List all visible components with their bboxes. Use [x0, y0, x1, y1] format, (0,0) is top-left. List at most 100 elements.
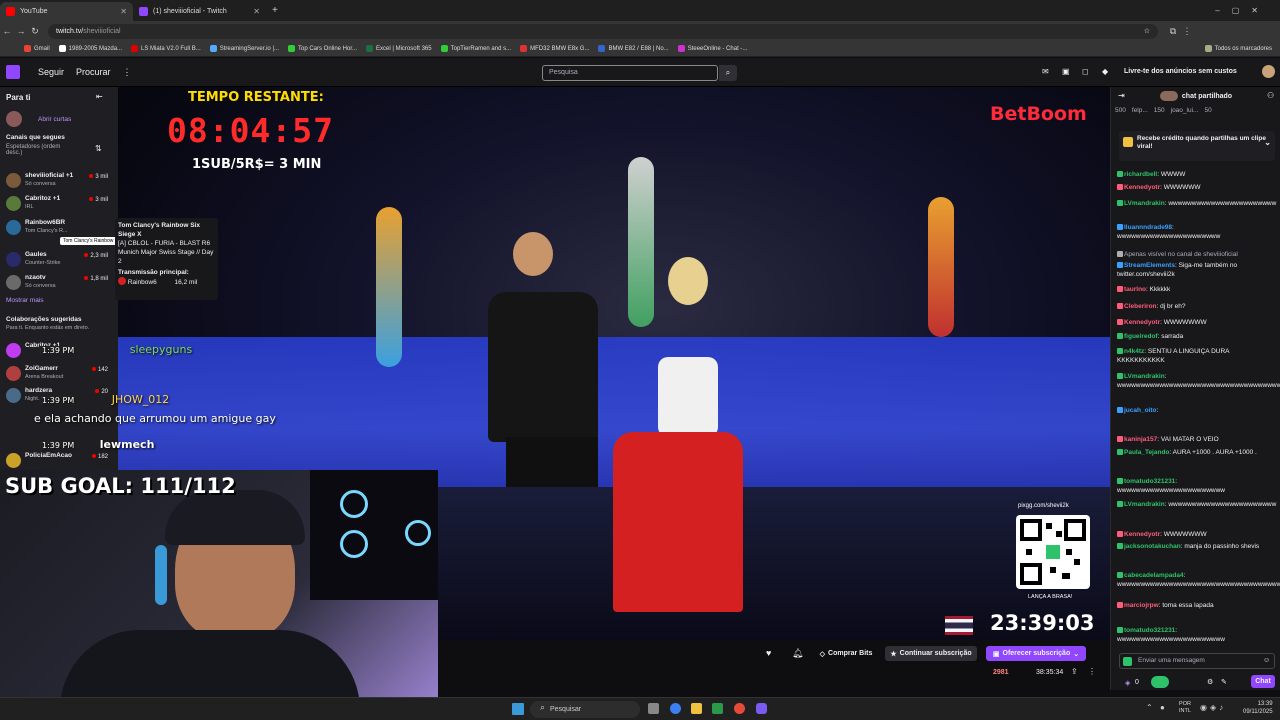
windows-start-icon[interactable] [512, 703, 524, 715]
sidebar-channel[interactable]: PoliciaEmAcao 182 [0, 451, 118, 470]
bookmark[interactable]: Excel | Microsoft 365 [366, 45, 432, 52]
chat-username[interactable]: Kennedyotr [1124, 319, 1160, 326]
chat-username[interactable]: LVmandrakin [1124, 200, 1165, 207]
search-input[interactable]: Pesquisa [542, 65, 718, 81]
url-field[interactable]: twitch.tv/sheviiioficial ☆ [48, 23, 1158, 39]
chat-username[interactable]: taurlno [1124, 286, 1146, 293]
chat-username[interactable]: tomatudo321231 [1124, 627, 1175, 634]
points-bonus-icon[interactable] [1151, 676, 1169, 688]
emote-icon[interactable]: ☺ [1263, 657, 1270, 664]
back-icon[interactable]: ← [0, 26, 14, 36]
menu-icon[interactable]: ⋮ [1180, 26, 1194, 37]
continue-sub-button[interactable]: ★ Continuar subscrição [885, 646, 977, 661]
chat-username[interactable]: marciojrpw [1124, 602, 1159, 609]
close-icon[interactable]: ✕ [120, 7, 127, 16]
bookmark[interactable]: TopTierRamen and s... [440, 45, 511, 52]
bookmark[interactable]: MFD32 BMW E8x G... [520, 45, 589, 52]
share-icon[interactable]: ⇪ [1071, 667, 1078, 676]
reload-icon[interactable]: ↻ [28, 26, 42, 37]
close-icon[interactable]: ✕ [253, 7, 260, 16]
bell-icon[interactable]: 🔔︎ [792, 648, 803, 659]
twitch-logo-icon[interactable] [6, 65, 20, 79]
show-more-link[interactable]: Mostrar mais [6, 297, 44, 304]
users-icon[interactable]: ⚇ [1267, 91, 1274, 100]
bookmark[interactable]: LS Miata V2.0 Full B... [131, 45, 201, 52]
forward-icon[interactable]: → [14, 26, 28, 36]
bookmark[interactable]: BMW E82 / E88 | No... [598, 45, 669, 52]
chat-username[interactable]: tomatudo321231 [1124, 478, 1175, 485]
chat-username[interactable]: kaninja157 [1124, 436, 1157, 443]
chat-username[interactable]: lluannndrade98 [1124, 224, 1172, 231]
viral-clip-banner[interactable]: Recebe crédito quando partilhas um clipe… [1119, 131, 1275, 161]
chat-username[interactable]: Cleberiron [1124, 303, 1157, 310]
star-icon[interactable]: ☆ [1144, 27, 1150, 35]
chat-username[interactable]: Paula_Tejando [1124, 449, 1169, 456]
chat-username[interactable]: LVmandrakin [1124, 501, 1165, 508]
get-bits-button[interactable]: ◇ Comprar Bits [813, 646, 879, 661]
extensions-icon[interactable]: ⧉ [1166, 26, 1180, 37]
open-shorts-link[interactable]: Abrir curtas [38, 116, 71, 123]
browser-tab-youtube[interactable]: YouTube ✕ [0, 2, 133, 21]
chat-username[interactable]: StreamElements [1124, 262, 1175, 269]
app-icon[interactable] [712, 703, 723, 714]
sidebar-channel[interactable]: Gaules Counter-Strike 2,3 mil [0, 250, 118, 272]
chat-input[interactable]: Enviar uma mensagem [1119, 653, 1275, 669]
channel-points-icon[interactable]: ◈ [1125, 679, 1130, 687]
notifications-icon[interactable]: ▣ [1062, 67, 1070, 76]
language-indicator[interactable]: POR INTL [1176, 701, 1194, 715]
nav-browse[interactable]: Procurar [76, 67, 111, 77]
chat-username[interactable]: n4k4tz [1124, 348, 1144, 355]
ad-free-link[interactable]: Livre-te dos anúncios sem custos [1124, 68, 1237, 75]
window-controls[interactable]: –▢✕ [1215, 6, 1270, 15]
sub-rate: 1SUB/5R$= 3 MIN [192, 157, 322, 172]
new-tab-button[interactable]: + [272, 5, 278, 16]
bookmark[interactable]: StreamingServer.io |... [209, 45, 279, 52]
chat-username[interactable]: Kennedyotr [1124, 531, 1160, 538]
bookmark[interactable]: SteeeOnline - Chat -... [677, 45, 747, 52]
follow-heart-icon[interactable]: ♥ [766, 648, 771, 658]
chat-username[interactable]: figueiredof [1124, 333, 1158, 340]
edit-icon[interactable]: ✎ [1221, 678, 1227, 686]
browser-tab-twitch[interactable]: (1) sheviiioficial - Twitch ✕ [133, 2, 266, 21]
more-icon[interactable]: ⋮ [123, 67, 132, 78]
search-icon[interactable]: ⌕ [719, 65, 737, 81]
sidebar-channel[interactable]: ZoiGamerr Arena Breakout 142 [0, 364, 118, 386]
bookmark[interactable]: Top Cars Online Hor... [288, 45, 357, 52]
crown-icon[interactable]: ◆ [1102, 67, 1108, 76]
sidebar-channel[interactable]: sheviiioficial +1 Só conversa 3 mil [0, 171, 118, 193]
gift-sub-button[interactable]: ▣ Oferecer subscrição ⌄ [986, 646, 1086, 661]
tray-chevron-icon[interactable]: ⌃ [1146, 703, 1153, 712]
settings-icon[interactable]: ⚙ [1207, 678, 1213, 686]
discord-icon[interactable] [756, 703, 767, 714]
copilot-icon[interactable] [670, 703, 681, 714]
chat-send-button[interactable]: Chat [1251, 675, 1275, 688]
file-explorer-icon[interactable] [691, 703, 702, 714]
inbox-icon[interactable]: ✉ [1042, 67, 1049, 76]
bookmark[interactable]: 1989-2005 Mazda... [58, 45, 122, 52]
nav-following[interactable]: Seguir [38, 67, 64, 77]
whispers-icon[interactable]: ◻ [1082, 67, 1089, 76]
shorts-avatar[interactable] [6, 111, 22, 127]
avatar[interactable] [1262, 65, 1275, 78]
chat-badge-icon[interactable] [1123, 657, 1132, 666]
chat-username[interactable]: jucah_oito [1124, 407, 1157, 414]
chat-username[interactable]: Kennedyotr [1124, 184, 1160, 191]
taskbar-search[interactable]: Pesquisar [530, 701, 640, 718]
more-icon[interactable]: ⋮ [1088, 667, 1096, 676]
bookmark[interactable]: Gmail [24, 45, 50, 52]
sidebar-channel[interactable]: nzaotv Só conversa 1,8 mil [0, 273, 118, 295]
sort-icon[interactable]: ⇅ [95, 144, 102, 153]
all-bookmarks[interactable]: Todos os marcadores [1204, 45, 1272, 52]
taskbar-clock[interactable]: 13:39 09/11/2025 [1243, 700, 1273, 716]
chrome-icon[interactable] [734, 703, 745, 714]
tray-icon[interactable]: ● [1160, 703, 1165, 712]
chevron-down-icon[interactable]: ⌄ [1264, 139, 1271, 147]
chat-username[interactable]: LVmandrakin [1124, 373, 1165, 380]
task-view-icon[interactable] [648, 703, 659, 714]
chat-username[interactable]: cabecadelampada4 [1124, 572, 1184, 579]
sidebar-channel[interactable]: Cabritoz +1 IRL 3 mil [0, 194, 118, 216]
collapse-icon[interactable]: ⇤ [96, 92, 103, 101]
chat-username[interactable]: jacksonotakuchan [1124, 543, 1181, 550]
system-tray-icons[interactable]: ◉◈♪ [1200, 703, 1226, 712]
chat-username[interactable]: richardbell [1124, 171, 1157, 178]
